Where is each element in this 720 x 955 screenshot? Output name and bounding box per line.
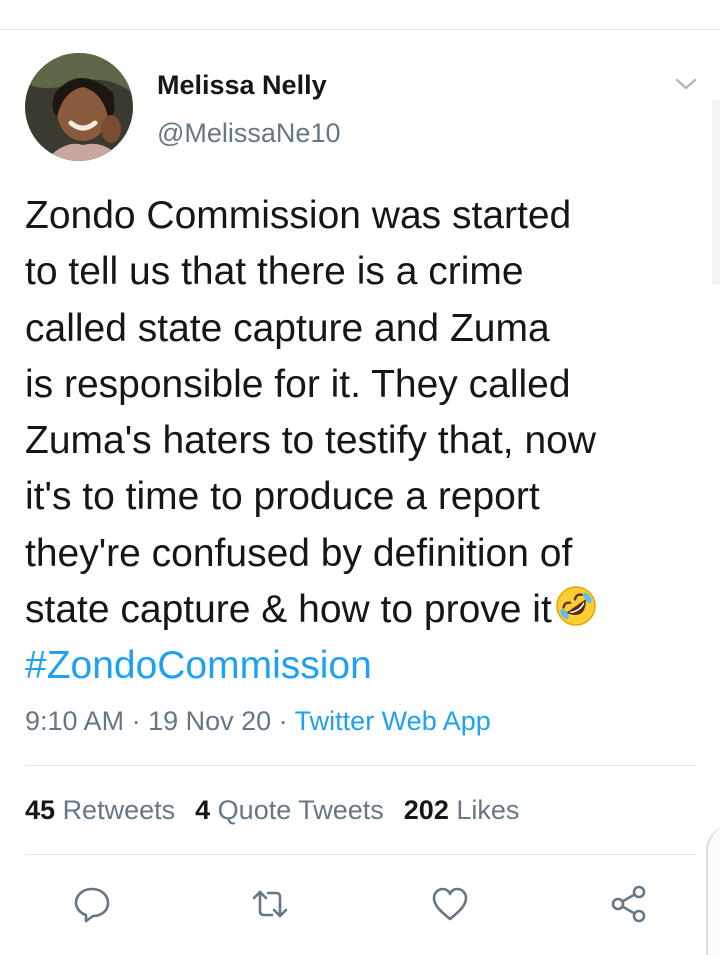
share-icon <box>609 884 649 924</box>
retweets-stat[interactable]: 45 Retweets <box>25 795 175 825</box>
quote-tweets-label: Quote Tweets <box>217 795 384 825</box>
avatar[interactable] <box>25 53 133 161</box>
tweet-line: called state capture and Zuma <box>25 306 550 350</box>
retweets-count: 45 <box>25 795 56 825</box>
hashtag-link[interactable]: #ZondoCommission <box>25 638 705 694</box>
tweet-line: Zuma's haters to testify that, now <box>25 419 597 463</box>
reply-button[interactable] <box>72 884 112 924</box>
tweet-meta: 9:10 AM · 19 Nov 20 · Twitter Web App <box>25 703 491 739</box>
tweet-time: 9:10 AM <box>25 706 125 736</box>
floating-panel-edge <box>706 825 720 955</box>
heart-icon <box>430 884 470 924</box>
divider <box>25 854 696 855</box>
retweet-button[interactable] <box>250 884 290 924</box>
source-link[interactable]: Twitter Web App <box>295 706 491 736</box>
tweet-line: Zondo Commission was started <box>25 194 572 237</box>
meta-separator: · <box>271 706 295 736</box>
retweets-label: Retweets <box>62 795 176 825</box>
tweet-line: to tell us that there is a crime <box>25 250 524 294</box>
chevron-down-icon[interactable] <box>674 72 698 96</box>
tweet-line: state capture & how to prove it <box>25 588 552 632</box>
likes-stat[interactable]: 202 Likes <box>404 795 520 825</box>
retweet-icon <box>250 884 290 924</box>
display-name[interactable]: Melissa Nelly <box>157 68 327 102</box>
tweet-line: is responsible for it. They called <box>25 362 571 406</box>
meta-separator: · <box>124 706 149 736</box>
reply-icon <box>72 884 112 924</box>
likes-count: 202 <box>403 795 449 825</box>
share-button[interactable] <box>609 884 649 924</box>
tweet-stats: 45 Retweets 4 Quote Tweets 202 Likes <box>25 792 539 828</box>
quote-tweets-count: 4 <box>195 795 211 825</box>
tweet-line: they're confused by definition of <box>25 531 573 575</box>
tweet-last-line: state capture & how to prove it <box>25 582 705 638</box>
tweet-date: 19 Nov 20 <box>148 706 272 736</box>
user-handle[interactable]: @MelissaNe10 <box>157 116 340 150</box>
rolling-on-floor-laughing-emoji-icon <box>554 584 598 628</box>
like-button[interactable] <box>430 884 470 924</box>
quote-tweets-stat[interactable]: 4 Quote Tweets <box>195 795 384 825</box>
likes-label: Likes <box>456 795 520 825</box>
scrollbar-track <box>712 100 720 285</box>
divider <box>25 765 696 766</box>
tweet-text: Zondo Commission was started to tell us … <box>25 188 705 695</box>
top-divider <box>0 29 720 30</box>
tweet-line: it's to time to produce a report <box>25 475 540 519</box>
